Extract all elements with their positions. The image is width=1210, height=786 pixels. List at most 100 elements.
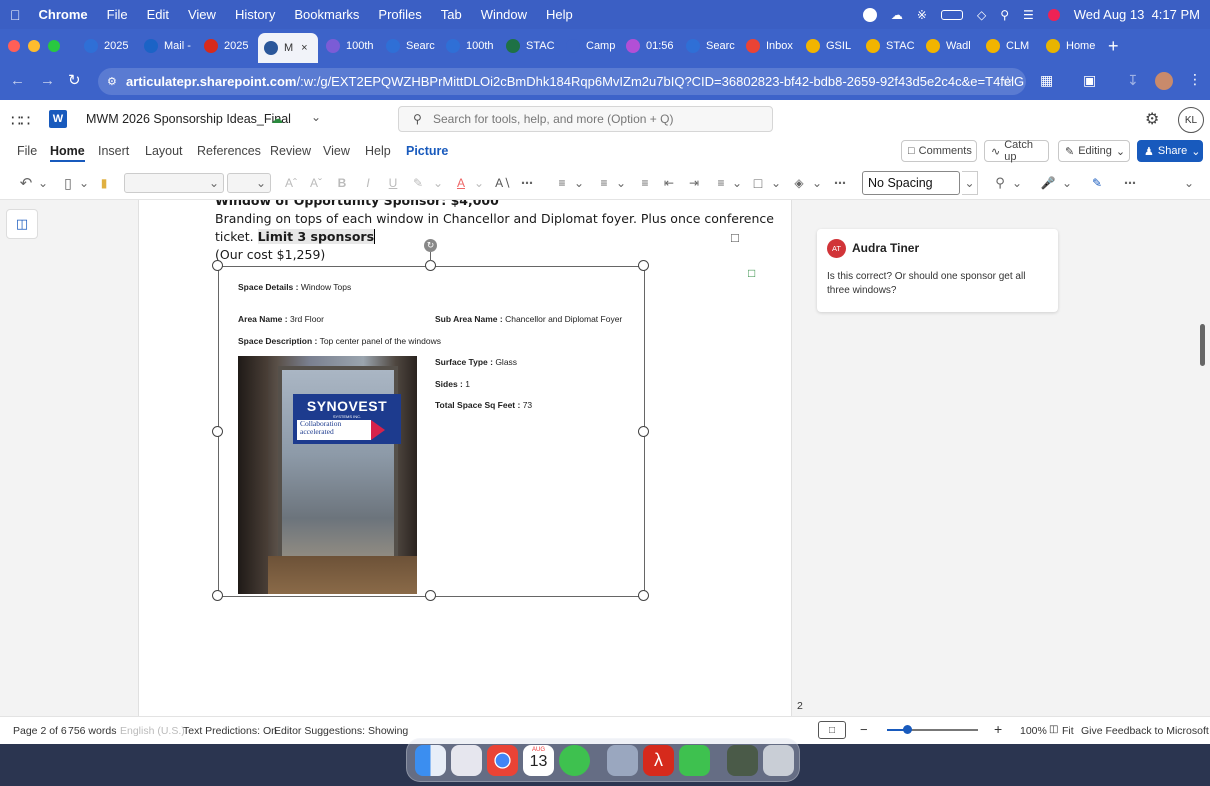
italic-icon[interactable]: I: [361, 173, 375, 193]
launchpad-icon[interactable]: [451, 744, 482, 776]
more-font-icon[interactable]: ⋯: [518, 173, 536, 193]
browser-tab[interactable]: STAC: [500, 33, 558, 59]
resize-handle-n[interactable]: [425, 260, 436, 271]
reload-icon[interactable]: ↻: [68, 71, 81, 89]
menubar-datetime[interactable]: Wed Aug 13 4:17 PM: [1074, 7, 1200, 22]
document-title[interactable]: MWM 2026 Sponsorship Ideas_Final: [86, 112, 291, 126]
bluetooth-icon[interactable]: ※: [917, 8, 927, 22]
font-name-dropdown[interactable]: ⌄: [124, 173, 224, 193]
resize-handle-w[interactable]: [212, 426, 223, 437]
tab-home[interactable]: Home: [50, 144, 85, 162]
fit-icon[interactable]: ◫: [1049, 724, 1058, 735]
browser-tab[interactable]: Home: [1040, 33, 1098, 59]
image-capture-icon[interactable]: [727, 744, 758, 776]
word-count[interactable]: 756 words: [68, 725, 116, 737]
checklist-icon[interactable]: ≡: [636, 173, 654, 193]
chrome-menu-icon[interactable]: ⋮: [1188, 71, 1202, 88]
bullets-icon[interactable]: ≡: [552, 173, 572, 193]
share-button[interactable]: ♟ Share ⌄: [1137, 140, 1203, 162]
browser-tab[interactable]: Camp: [560, 33, 618, 59]
font-size-dropdown[interactable]: ⌄: [227, 173, 271, 193]
messages-icon[interactable]: [559, 744, 590, 776]
browser-tab[interactable]: 100th: [440, 33, 498, 59]
download-icon[interactable]: ↧: [1127, 72, 1139, 89]
new-tab-icon[interactable]: +: [1108, 36, 1119, 57]
numbering-dropdown-icon[interactable]: ⌄: [615, 173, 627, 193]
tab-picture[interactable]: Picture: [406, 144, 448, 158]
dictate-icon[interactable]: 🎤: [1040, 173, 1056, 193]
style-dropdown-icon[interactable]: ⌄: [962, 171, 978, 195]
preview-icon[interactable]: [607, 744, 638, 776]
more-paragraph-icon[interactable]: ⋯: [831, 173, 849, 193]
browser-tab[interactable]: 01:56: [620, 33, 678, 59]
decrease-indent-icon[interactable]: ⇤: [660, 173, 678, 193]
editor-suggestions-status[interactable]: Editor Suggestions: Showing: [274, 725, 408, 737]
increase-indent-icon[interactable]: ⇥: [685, 173, 703, 193]
menu-app-name[interactable]: Chrome: [39, 7, 88, 22]
feedback-link[interactable]: Give Feedback to Microsoft: [1081, 725, 1209, 737]
battery-icon[interactable]: [940, 9, 963, 20]
vertical-scrollbar-thumb[interactable]: [1200, 324, 1205, 366]
zoom-slider-thumb[interactable]: [903, 725, 912, 734]
menu-tab[interactable]: Tab: [441, 7, 462, 22]
resize-handle-se[interactable]: [638, 590, 649, 601]
language-status[interactable]: English (U.S.): [120, 725, 185, 737]
tab-help[interactable]: Help: [365, 144, 391, 158]
dictate-dropdown-icon[interactable]: ⌄: [1061, 173, 1073, 193]
browser-tab[interactable]: Searc: [680, 33, 738, 59]
site-info-icon[interactable]: ⚙: [107, 75, 117, 88]
close-tab-icon[interactable]: ×: [301, 42, 307, 54]
menu-history[interactable]: History: [235, 7, 275, 22]
finder-icon[interactable]: [415, 744, 446, 776]
browser-tab[interactable]: GSIL: [800, 33, 858, 59]
document-page[interactable]: Window of Opportunity Sponsor: $4,000 Br…: [138, 200, 792, 716]
search-box[interactable]: ⚲ Search for tools, help, and more (Opti…: [398, 106, 773, 132]
tab-review[interactable]: Review: [270, 144, 311, 158]
borders-icon[interactable]: □: [749, 173, 767, 193]
menu-bookmarks[interactable]: Bookmarks: [294, 7, 359, 22]
find-dropdown-icon[interactable]: ⌄: [1011, 173, 1023, 193]
profile-avatar[interactable]: [1155, 72, 1173, 90]
tab-layout[interactable]: Layout: [145, 144, 183, 158]
bookmark-star-icon[interactable]: ☆: [1001, 73, 1014, 90]
zoom-level[interactable]: 100%: [1020, 725, 1047, 737]
tab-search-icon[interactable]: ▣: [1083, 72, 1096, 89]
resize-handle-e[interactable]: [638, 426, 649, 437]
browser-tab[interactable]: 2025: [78, 33, 136, 59]
comments-button[interactable]: □ Comments: [901, 140, 977, 162]
page-count[interactable]: Page 2 of 6: [13, 725, 67, 737]
saved-status-icon[interactable]: ☁: [271, 112, 283, 126]
tab-file[interactable]: File: [17, 144, 37, 158]
comment-card[interactable]: AT Audra Tiner Is this correct? Or shoul…: [817, 229, 1058, 312]
new-comment-icon[interactable]: □: [748, 266, 755, 280]
resize-handle-nw[interactable]: [212, 260, 223, 271]
window-zoom-button[interactable]: [48, 40, 60, 52]
catch-up-button[interactable]: ∿ Catch up: [984, 139, 1049, 163]
forward-icon[interactable]: →: [40, 72, 55, 89]
bullets-dropdown-icon[interactable]: ⌄: [573, 173, 585, 193]
undo-dropdown-icon[interactable]: ⌄: [37, 173, 49, 193]
app-launcher-icon[interactable]: ∷∷: [11, 111, 30, 131]
resize-handle-sw[interactable]: [212, 590, 223, 601]
zoom-in-icon[interactable]: +: [994, 721, 1002, 737]
text-predictions-status[interactable]: Text Predictions: On: [183, 725, 277, 737]
navigation-pane-button[interactable]: ◫: [6, 209, 38, 239]
tab-insert[interactable]: Insert: [98, 144, 129, 158]
facetime-icon[interactable]: [679, 744, 710, 776]
settings-gear-icon[interactable]: ⚙: [1145, 109, 1159, 129]
menu-profiles[interactable]: Profiles: [378, 7, 421, 22]
tab-view[interactable]: View: [323, 144, 350, 158]
user-avatar[interactable]: KL: [1178, 107, 1204, 133]
find-icon[interactable]: ⚲: [992, 173, 1008, 193]
browser-tab[interactable]: Searc: [380, 33, 438, 59]
zoom-out-icon[interactable]: −: [860, 722, 868, 737]
chrome-icon[interactable]: [487, 744, 518, 776]
more-options-icon[interactable]: ⋯: [1121, 173, 1139, 193]
browser-tab[interactable]: Wadl: [920, 33, 978, 59]
menu-help[interactable]: Help: [546, 7, 573, 22]
clipboard-icon[interactable]: ▯: [58, 173, 78, 193]
font-color-icon[interactable]: A: [453, 173, 469, 193]
shading-icon[interactable]: ◈: [790, 173, 808, 193]
menu-edit[interactable]: Edit: [147, 7, 169, 22]
menu-view[interactable]: View: [188, 7, 216, 22]
